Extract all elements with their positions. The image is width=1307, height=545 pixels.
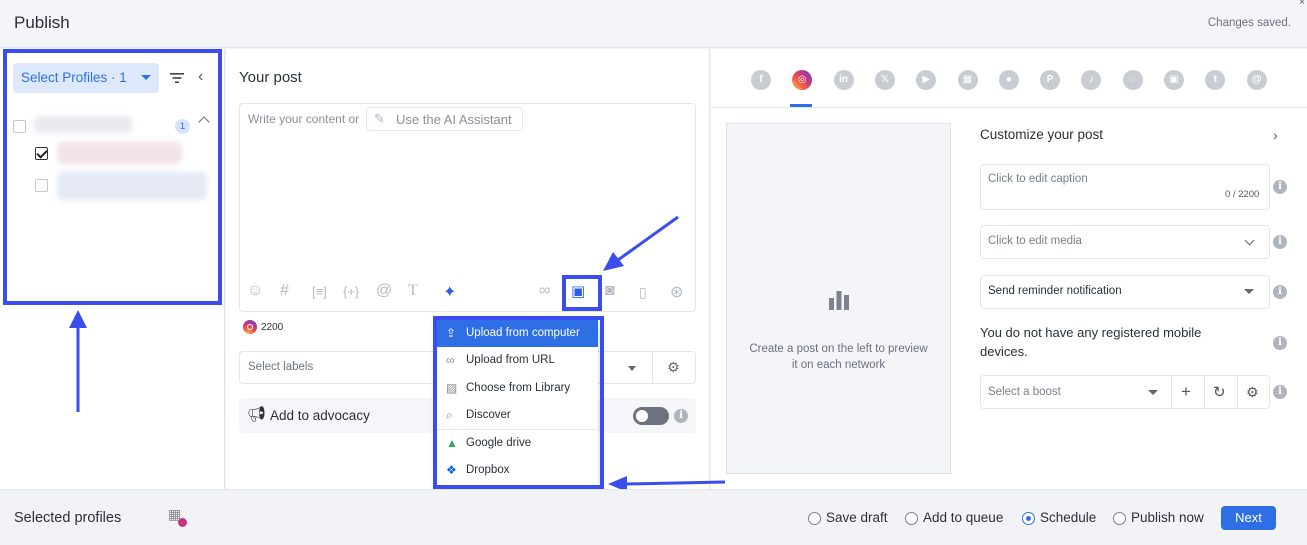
radio-save-draft[interactable]: [808, 512, 821, 525]
selected-profiles-label: Selected profiles: [14, 510, 122, 526]
footer-bar: [0, 489, 1307, 545]
publish-now-label[interactable]: Publish now: [1131, 510, 1204, 525]
save-draft-label[interactable]: Save draft: [826, 510, 888, 525]
annotation-arrows: [69, 215, 726, 492]
radio-publish-now[interactable]: [1113, 512, 1126, 525]
schedule-label[interactable]: Schedule: [1040, 510, 1096, 525]
add-to-queue-label[interactable]: Add to queue: [923, 510, 1003, 525]
next-button[interactable]: Next: [1221, 506, 1276, 530]
instagram-icon: [178, 518, 187, 527]
radio-add-to-queue[interactable]: [905, 512, 918, 525]
radio-schedule[interactable]: [1022, 512, 1035, 525]
